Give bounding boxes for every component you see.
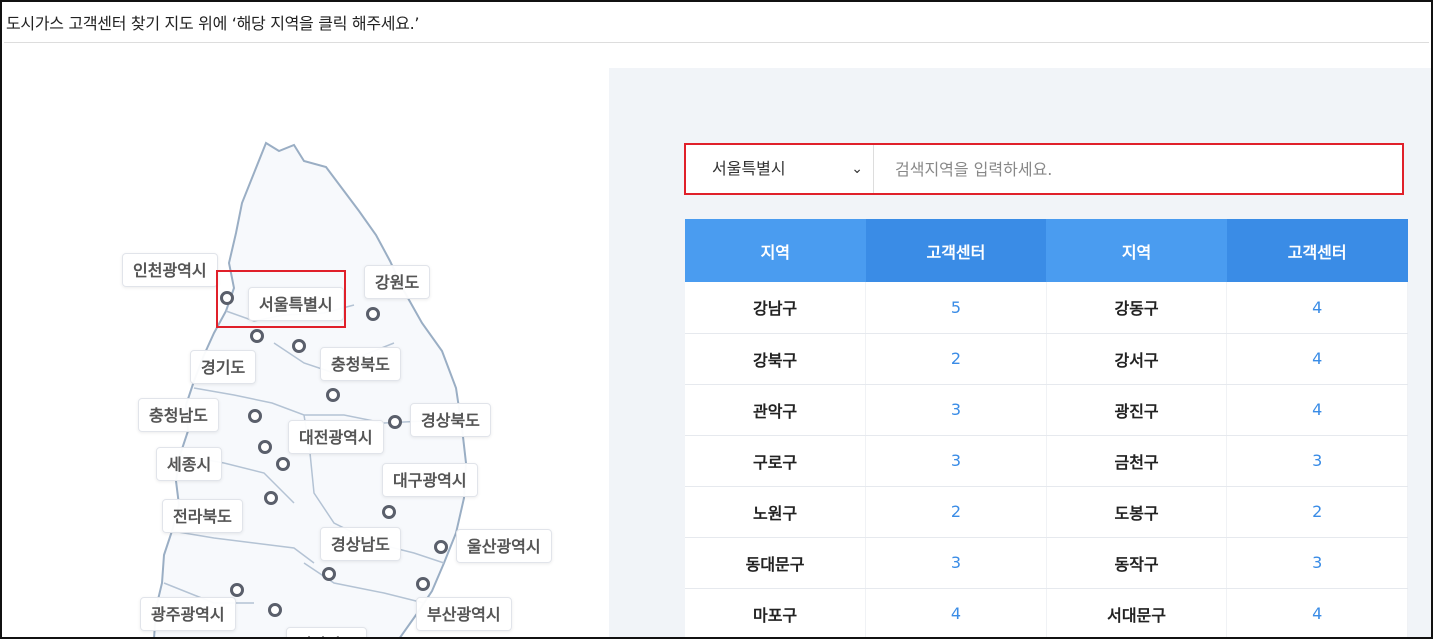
region-cell[interactable]: 동작구 bbox=[1046, 537, 1228, 589]
region-label-gangwon[interactable]: 강원도 bbox=[364, 265, 431, 299]
pin-gyeongnam[interactable] bbox=[322, 567, 336, 581]
region-cell[interactable]: 동대문구 bbox=[685, 537, 867, 589]
center-count-cell[interactable]: 2 bbox=[1226, 486, 1408, 538]
pin-gwangju[interactable] bbox=[230, 583, 244, 597]
region-cell[interactable]: 강남구 bbox=[685, 282, 867, 334]
korea-landmass bbox=[153, 141, 468, 637]
center-count-cell[interactable]: 5 bbox=[865, 282, 1047, 334]
screenshot-frame: 도시가스 고객센터 찾기 지도 위에 ‘해당 지역을 클릭 해주세요.’ 인천광… bbox=[0, 0, 1433, 639]
center-count-cell[interactable]: 3 bbox=[865, 537, 1047, 589]
center-count-cell[interactable]: 3 bbox=[865, 384, 1047, 436]
chevron-down-icon: ⌄ bbox=[851, 161, 863, 177]
col-header-center-1: 고객센터 bbox=[865, 219, 1047, 282]
center-count-cell[interactable]: 2 bbox=[865, 486, 1047, 538]
pin-incheon[interactable] bbox=[220, 291, 234, 305]
region-label-gwangju[interactable]: 광주광역시 bbox=[140, 597, 236, 631]
region-cell[interactable]: 강동구 bbox=[1046, 282, 1228, 334]
pin-daegu[interactable] bbox=[382, 505, 396, 519]
city-select-value: 서울특별시 bbox=[712, 159, 786, 178]
region-label-gyeongnam[interactable]: 경상남도 bbox=[320, 527, 401, 561]
search-input[interactable] bbox=[875, 145, 1400, 193]
region-cell[interactable]: 금천구 bbox=[1046, 435, 1228, 487]
search-box: 서울특별시 ⌄ bbox=[684, 143, 1404, 195]
region-cell[interactable]: 도봉구 bbox=[1046, 486, 1228, 538]
city-select[interactable]: 서울특별시 ⌄ bbox=[686, 145, 874, 193]
pin-gyeonggi[interactable] bbox=[292, 339, 306, 353]
center-count-cell[interactable]: 4 bbox=[1226, 384, 1408, 436]
pin-gangwon[interactable] bbox=[366, 307, 380, 321]
region-cell[interactable]: 마포구 bbox=[685, 588, 867, 637]
col-header-region-1: 지역 bbox=[685, 219, 866, 282]
region-label-daegu[interactable]: 대구광역시 bbox=[382, 463, 478, 497]
center-count-cell[interactable]: 2 bbox=[865, 333, 1047, 385]
table-row: 동대문구 3 동작구 3 bbox=[685, 537, 1408, 589]
pin-ulsan[interactable] bbox=[434, 540, 448, 554]
table-row: 구로구 3 금천구 3 bbox=[685, 435, 1408, 487]
center-count-cell[interactable]: 4 bbox=[1226, 282, 1408, 334]
region-label-sejong[interactable]: 세종시 bbox=[156, 447, 223, 481]
table-row: 관악구 3 광진구 4 bbox=[685, 384, 1408, 436]
region-cell[interactable]: 광진구 bbox=[1046, 384, 1228, 436]
service-center-table: 지역 고객센터 지역 고객센터 강남구 5 강동구 4 강북구 2 강서구 4 bbox=[685, 219, 1408, 637]
pin-chungbuk[interactable] bbox=[326, 388, 340, 402]
pin-jeonnam[interactable] bbox=[268, 603, 282, 617]
center-count-cell[interactable]: 3 bbox=[1226, 435, 1408, 487]
pin-seoul[interactable] bbox=[250, 329, 264, 343]
region-label-chungbuk[interactable]: 충청북도 bbox=[320, 347, 401, 381]
region-label-chungnam[interactable]: 충청남도 bbox=[138, 398, 219, 432]
table-row: 마포구 4 서대문구 4 bbox=[685, 588, 1408, 637]
korea-map: 인천광역시 서울특별시 강원도 경기도 충청북도 충청남도 경상북도 대전광역시… bbox=[4, 43, 608, 637]
region-cell[interactable]: 서대문구 bbox=[1046, 588, 1228, 637]
pin-sejong[interactable] bbox=[258, 440, 272, 454]
col-header-region-2: 지역 bbox=[1046, 219, 1227, 282]
table-row: 강남구 5 강동구 4 bbox=[685, 282, 1408, 334]
instruction-text: 도시가스 고객센터 찾기 지도 위에 ‘해당 지역을 클릭 해주세요.’ bbox=[6, 14, 420, 33]
region-cell[interactable]: 구로구 bbox=[685, 435, 867, 487]
region-label-ulsan[interactable]: 울산광역시 bbox=[456, 529, 552, 563]
center-count-cell[interactable]: 3 bbox=[1226, 537, 1408, 589]
col-header-center-2: 고객센터 bbox=[1226, 219, 1408, 282]
region-cell[interactable]: 강북구 bbox=[685, 333, 867, 385]
region-cell[interactable]: 관악구 bbox=[685, 384, 867, 436]
pin-busan[interactable] bbox=[416, 577, 430, 591]
pin-chungnam[interactable] bbox=[248, 409, 262, 423]
region-label-gyeongbuk[interactable]: 경상북도 bbox=[410, 403, 491, 437]
region-cell[interactable]: 강서구 bbox=[1046, 333, 1228, 385]
table-row: 노원구 2 도봉구 2 bbox=[685, 486, 1408, 538]
table-header-row: 지역 고객센터 지역 고객센터 bbox=[685, 219, 1408, 282]
center-count-cell[interactable]: 3 bbox=[865, 435, 1047, 487]
region-label-gyeonggi[interactable]: 경기도 bbox=[190, 350, 257, 384]
region-label-jeonbuk[interactable]: 전라북도 bbox=[162, 499, 243, 533]
search-panel: 서울특별시 ⌄ 지역 고객센터 지역 고객센터 강남구 5 강동구 4 bbox=[609, 68, 1431, 637]
pin-jeonbuk[interactable] bbox=[264, 491, 278, 505]
region-label-busan[interactable]: 부산광역시 bbox=[416, 597, 512, 631]
center-count-cell[interactable]: 4 bbox=[1226, 333, 1408, 385]
region-label-daejeon[interactable]: 대전광역시 bbox=[288, 420, 384, 454]
region-label-incheon[interactable]: 인천광역시 bbox=[122, 253, 218, 287]
table-row: 강북구 2 강서구 4 bbox=[685, 333, 1408, 385]
region-label-seoul[interactable]: 서울특별시 bbox=[248, 287, 344, 321]
center-count-cell[interactable]: 4 bbox=[1226, 588, 1408, 637]
region-label-jeonnam[interactable]: 전라남도 bbox=[286, 627, 367, 637]
center-count-cell[interactable]: 4 bbox=[865, 588, 1047, 637]
pin-gyeongbuk[interactable] bbox=[388, 415, 402, 429]
pin-daejeon[interactable] bbox=[276, 457, 290, 471]
region-cell[interactable]: 노원구 bbox=[685, 486, 867, 538]
